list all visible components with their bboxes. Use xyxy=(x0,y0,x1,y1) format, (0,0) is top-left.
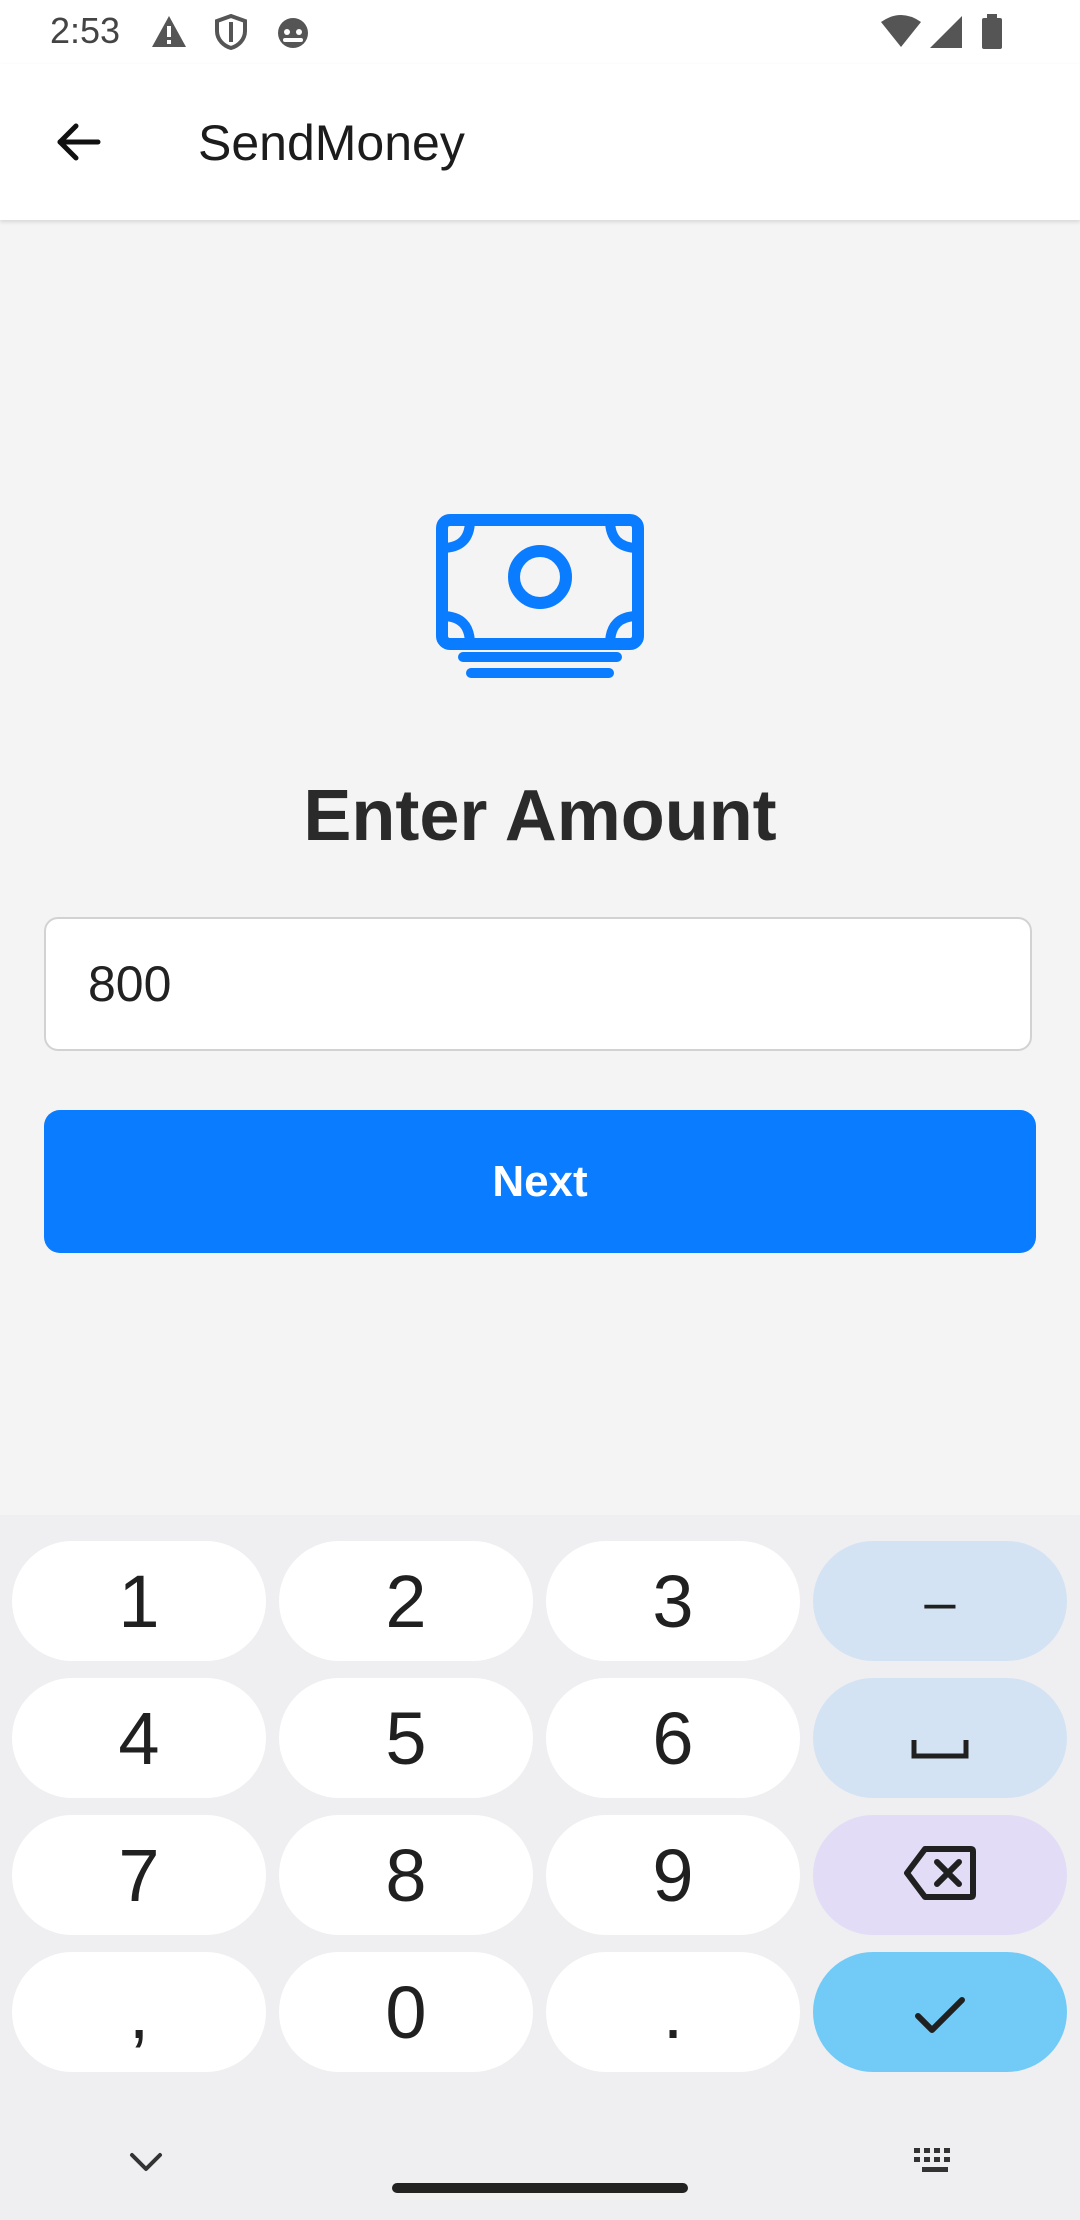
arrow-back-icon xyxy=(52,116,104,173)
status-time: 2:53 xyxy=(50,10,121,51)
key-6[interactable]: 6 xyxy=(546,1678,800,1798)
key-9[interactable]: 9 xyxy=(546,1815,800,1935)
checkmark-icon xyxy=(912,1970,968,2055)
banknote-icon xyxy=(436,514,644,685)
key-backspace[interactable] xyxy=(813,1815,1067,1935)
backspace-icon xyxy=(903,1833,977,1918)
key-minus[interactable]: – xyxy=(813,1541,1067,1661)
main-content: Enter Amount Next xyxy=(0,220,1080,1515)
chevron-down-icon[interactable] xyxy=(126,2149,166,2180)
key-3[interactable]: 3 xyxy=(546,1541,800,1661)
key-1[interactable]: 1 xyxy=(12,1541,266,1661)
numeric-keyboard: 1 2 3 – 4 5 6 7 8 9 , 0 . xyxy=(0,1515,1080,2220)
app-title: SendMoney xyxy=(198,115,465,171)
space-icon xyxy=(910,1696,970,1781)
key-5[interactable]: 5 xyxy=(279,1678,533,1798)
key-comma[interactable]: , xyxy=(12,1952,266,2072)
android-face-icon xyxy=(274,14,312,55)
page-heading: Enter Amount xyxy=(303,776,777,856)
battery-icon xyxy=(980,14,1004,55)
key-2[interactable]: 2 xyxy=(279,1541,533,1661)
key-4[interactable]: 4 xyxy=(12,1678,266,1798)
signal-icon xyxy=(928,14,964,55)
key-8[interactable]: 8 xyxy=(279,1815,533,1935)
status-bar: 2:53 xyxy=(0,0,1080,64)
back-button[interactable] xyxy=(40,106,116,182)
home-indicator[interactable] xyxy=(392,2183,688,2193)
key-done[interactable] xyxy=(813,1952,1067,2072)
next-button[interactable]: Next xyxy=(44,1110,1036,1253)
key-period[interactable]: . xyxy=(546,1952,800,2072)
wifi-icon xyxy=(880,14,922,55)
amount-input[interactable] xyxy=(44,917,1032,1051)
warning-icon xyxy=(150,14,188,55)
app-bar: SendMoney xyxy=(0,64,1080,220)
key-space[interactable] xyxy=(813,1678,1067,1798)
key-7[interactable]: 7 xyxy=(12,1815,266,1935)
key-0[interactable]: 0 xyxy=(279,1952,533,2072)
keyboard-icon[interactable] xyxy=(912,2145,958,2182)
shield-icon xyxy=(214,13,248,55)
